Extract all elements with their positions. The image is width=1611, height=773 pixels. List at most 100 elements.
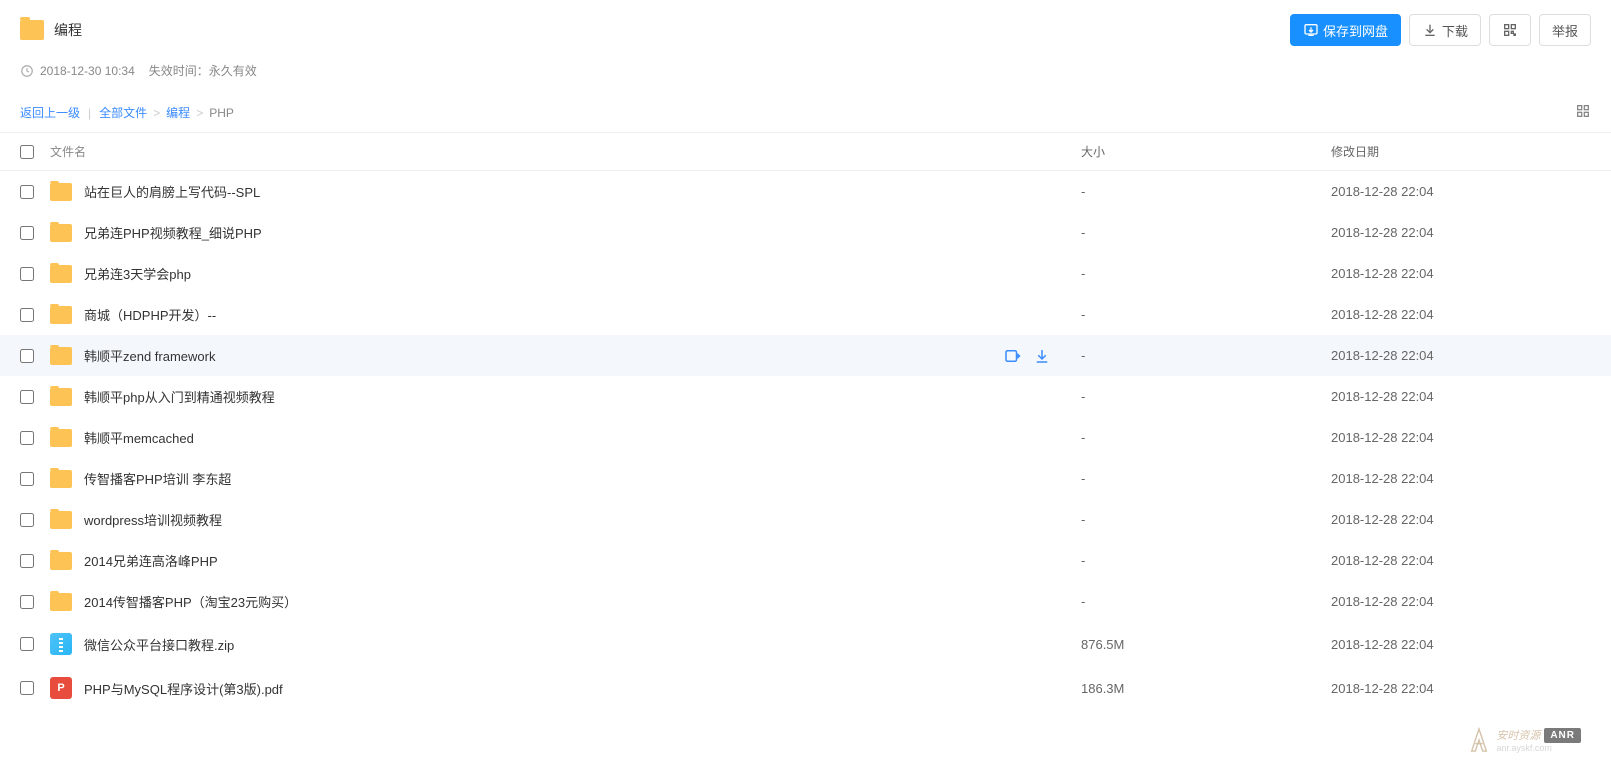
select-all-checkbox[interactable] [20,145,34,159]
table-header: 文件名 大小 修改日期 [0,132,1611,171]
file-name[interactable]: 商城（HDPHP开发）-- [84,305,216,324]
folder-icon [50,347,72,365]
file-size: - [1081,430,1331,445]
breadcrumb-all-files[interactable]: 全部文件 [99,104,147,121]
table-row[interactable]: 韩顺平php从入门到精通视频教程 -2018-12-28 22:04 [0,376,1611,417]
folder-icon [50,224,72,242]
folder-icon [50,470,72,488]
table-row[interactable]: 微信公众平台接口教程.zip 876.5M2018-12-28 22:04 [0,622,1611,666]
download-icon[interactable] [1033,347,1051,365]
folder-icon [50,183,72,201]
file-date: 2018-12-28 22:04 [1331,637,1591,652]
column-date: 修改日期 [1331,145,1379,159]
table-row[interactable]: 传智播客PHP培训 李东超 -2018-12-28 22:04 [0,458,1611,499]
row-checkbox[interactable] [20,431,34,445]
file-name[interactable]: 兄弟连3天学会php [84,264,191,283]
save-to-disk-button[interactable]: 保存到网盘 [1290,14,1401,46]
breadcrumb-sep: > [196,106,203,120]
pdf-icon [50,677,72,699]
file-size: - [1081,594,1331,609]
file-table: 文件名 大小 修改日期 站在巨人的肩膀上写代码--SPL -2018-12-28… [0,132,1611,710]
file-date: 2018-12-28 22:04 [1331,512,1591,527]
table-row[interactable]: 2014兄弟连高洛峰PHP -2018-12-28 22:04 [0,540,1611,581]
page-title: 编程 [54,20,82,40]
watermark-text: 安时资源 [1496,727,1540,743]
file-size: - [1081,184,1331,199]
share-icon[interactable] [1003,347,1021,365]
file-date: 2018-12-28 22:04 [1331,348,1591,363]
table-row[interactable]: 兄弟连PHP视频教程_细说PHP -2018-12-28 22:04 [0,212,1611,253]
download-button-label: 下载 [1442,21,1468,40]
file-size: - [1081,348,1331,363]
breadcrumb-back[interactable]: 返回上一级 [20,104,80,121]
file-size: - [1081,307,1331,322]
file-name[interactable]: wordpress培训视频教程 [84,510,222,529]
file-date: 2018-12-28 22:04 [1331,430,1591,445]
report-button[interactable]: 举报 [1539,14,1591,46]
row-checkbox[interactable] [20,472,34,486]
file-date: 2018-12-28 22:04 [1331,681,1591,696]
file-name[interactable]: 2014兄弟连高洛峰PHP [84,551,218,570]
table-row[interactable]: wordpress培训视频教程 -2018-12-28 22:04 [0,499,1611,540]
row-checkbox[interactable] [20,513,34,527]
folder-icon [50,429,72,447]
report-button-label: 举报 [1552,21,1578,40]
row-checkbox[interactable] [20,267,34,281]
file-size: 876.5M [1081,637,1331,652]
header: 编程 保存到网盘 下载 举报 [0,0,1611,56]
file-size: - [1081,471,1331,486]
file-date: 2018-12-28 22:04 [1331,471,1591,486]
row-checkbox[interactable] [20,185,34,199]
download-icon [1422,22,1438,38]
file-size: - [1081,553,1331,568]
folder-icon [50,511,72,529]
row-checkbox[interactable] [20,390,34,404]
table-row[interactable]: 兄弟连3天学会php -2018-12-28 22:04 [0,253,1611,294]
file-name[interactable]: 微信公众平台接口教程.zip [84,635,234,654]
row-checkbox[interactable] [20,681,34,695]
file-name[interactable]: PHP与MySQL程序设计(第3版).pdf [84,679,283,698]
column-name: 文件名 [50,143,86,160]
qrcode-icon [1502,22,1518,38]
file-size: 186.3M [1081,681,1331,696]
file-name[interactable]: 韩顺平zend framework [84,346,215,365]
row-checkbox[interactable] [20,554,34,568]
file-name[interactable]: 韩顺平memcached [84,428,194,447]
folder-icon [50,593,72,611]
table-row[interactable]: 2014传智播客PHP（淘宝23元购买） -2018-12-28 22:04 [0,581,1611,622]
table-row[interactable]: 韩顺平zend framework -2018-12-28 22:04 [0,335,1611,376]
file-size: - [1081,512,1331,527]
expire-label: 失效时间：永久有效 [149,62,257,79]
file-date: 2018-12-28 22:04 [1331,594,1591,609]
download-button[interactable]: 下载 [1409,14,1481,46]
qrcode-button[interactable] [1489,14,1531,46]
column-size: 大小 [1081,145,1105,159]
row-checkbox[interactable] [20,349,34,363]
file-name[interactable]: 站在巨人的肩膀上写代码--SPL [84,182,260,201]
file-date: 2018-12-28 22:04 [1331,389,1591,404]
meta-row: 2018-12-30 10:34 失效时间：永久有效 [0,56,1611,93]
file-date: 2018-12-28 22:04 [1331,553,1591,568]
row-checkbox[interactable] [20,226,34,240]
file-size: - [1081,225,1331,240]
save-button-label: 保存到网盘 [1323,21,1388,40]
watermark-url: anr.ayskf.com [1496,743,1581,753]
folder-icon [50,388,72,406]
row-checkbox[interactable] [20,595,34,609]
list-view-icon [1575,103,1591,119]
row-checkbox[interactable] [20,308,34,322]
table-row[interactable]: 商城（HDPHP开发）-- -2018-12-28 22:04 [0,294,1611,335]
breadcrumb-current: PHP [209,106,234,120]
row-checkbox[interactable] [20,637,34,651]
watermark: 安时资源 ANR anr.ayskf.com [1468,727,1581,753]
file-name[interactable]: 韩顺平php从入门到精通视频教程 [84,387,275,406]
breadcrumb-path1[interactable]: 编程 [166,104,190,121]
table-row[interactable]: 站在巨人的肩膀上写代码--SPL -2018-12-28 22:04 [0,171,1611,212]
file-name[interactable]: 2014传智播客PHP（淘宝23元购买） [84,592,297,611]
file-name[interactable]: 兄弟连PHP视频教程_细说PHP [84,223,262,242]
breadcrumb-sep: > [153,106,160,120]
view-toggle-button[interactable] [1575,103,1591,122]
table-row[interactable]: PHP与MySQL程序设计(第3版).pdf 186.3M2018-12-28 … [0,666,1611,710]
table-row[interactable]: 韩顺平memcached -2018-12-28 22:04 [0,417,1611,458]
file-name[interactable]: 传智播客PHP培训 李东超 [84,469,231,488]
